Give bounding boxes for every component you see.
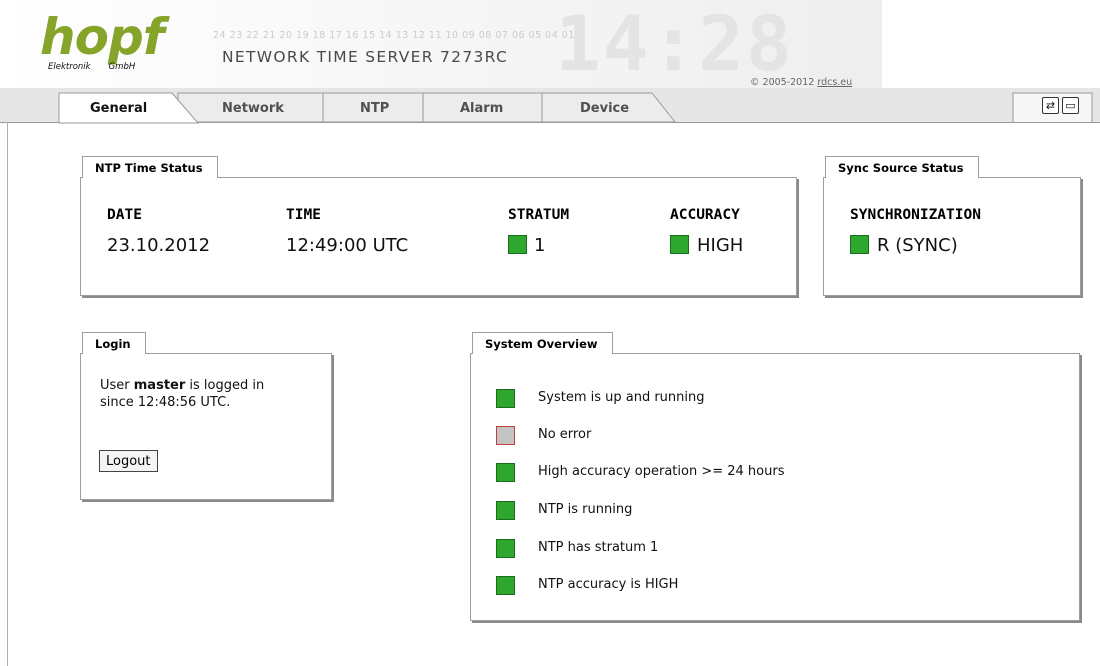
login-status-line: User master is logged in [100, 378, 264, 393]
stratum-value: 1 [534, 235, 546, 256]
login-panel [80, 353, 332, 500]
overview-item-ntp-running: NTP is running [538, 502, 633, 517]
tab-bar [0, 88, 1100, 124]
login-title: Login [82, 332, 146, 354]
copyright-link[interactable]: rdcs.eu [817, 77, 852, 88]
logo-wordmark: hopf [40, 8, 164, 66]
app-title: NETWORK TIME SERVER 7273RC [222, 48, 509, 66]
overview-item-running: System is up and running [538, 390, 705, 405]
system-overview-title: System Overview [472, 332, 613, 354]
tab-general[interactable]: General [90, 101, 147, 116]
sync-source-status-title: Sync Source Status [825, 156, 979, 178]
login-text-prefix: User [100, 378, 134, 393]
overview-led-running [496, 389, 515, 408]
sync-value: R (SYNC) [877, 235, 958, 256]
overview-item-high-accuracy: High accuracy operation >= 24 hours [538, 464, 785, 479]
accuracy-status-led [670, 235, 689, 254]
overview-led-error [496, 426, 515, 445]
tab-network[interactable]: Network [222, 101, 284, 116]
overview-led-high-accuracy [496, 463, 515, 482]
time-value: 12:49:00 UTC [286, 235, 409, 256]
stratum-status-led [508, 235, 527, 254]
overview-led-ntp-running [496, 501, 515, 520]
digit-strip-decoration: 24 23 22 21 20 19 18 17 16 15 14 13 12 1… [213, 30, 575, 41]
copyright-text: © 2005-2012 [750, 77, 818, 88]
logo-subtitle: Elektronik GmbH [48, 62, 135, 72]
login-username: master [133, 378, 186, 393]
refresh-icon[interactable]: ⇄ [1042, 97, 1059, 114]
tab-ntp[interactable]: NTP [360, 101, 389, 116]
stratum-label: STRATUM [508, 207, 570, 223]
copyright-notice: © 2005-2012 rdcs.eu [750, 77, 852, 88]
synchronization-label: SYNCHRONIZATION [850, 207, 981, 223]
overview-item-error: No error [538, 427, 592, 442]
hopf-logo: hopf Elektronik GmbH [40, 12, 170, 78]
logout-button[interactable]: Logout [99, 450, 158, 472]
login-text-suffix: is logged in [185, 378, 265, 393]
overview-led-ntp-stratum [496, 539, 515, 558]
overview-item-ntp-stratum: NTP has stratum 1 [538, 540, 659, 555]
ntp-time-status-title: NTP Time Status [82, 156, 218, 178]
date-label: DATE [107, 207, 142, 223]
login-since-line: since 12:48:56 UTC. [100, 395, 231, 410]
window-icon[interactable]: ▭ [1062, 97, 1079, 114]
overview-led-ntp-accuracy [496, 576, 515, 595]
logo-sub-right: GmbH [108, 62, 136, 72]
background-clock-watermark: 14:28 [555, 0, 794, 88]
accuracy-value: HIGH [697, 235, 744, 256]
accuracy-label: ACCURACY [670, 207, 740, 223]
tab-device[interactable]: Device [580, 101, 629, 116]
logo-sub-left: Elektronik [48, 62, 91, 72]
sync-status-led [850, 235, 869, 254]
tab-alarm[interactable]: Alarm [460, 101, 503, 116]
content-left-border [7, 122, 8, 666]
time-label: TIME [286, 207, 321, 223]
overview-item-ntp-accuracy: NTP accuracy is HIGH [538, 577, 679, 592]
date-value: 23.10.2012 [107, 235, 211, 256]
